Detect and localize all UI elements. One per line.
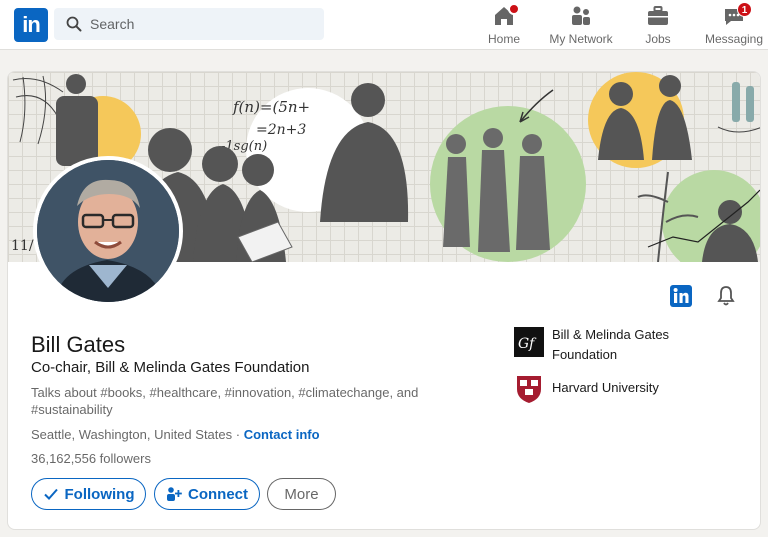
followers-count: 36,162,556 followers — [31, 451, 151, 466]
search-bar[interactable] — [54, 8, 324, 40]
svg-text:Gf: Gf — [518, 336, 537, 352]
contact-info-link[interactable]: Contact info — [244, 427, 320, 442]
nav-label: Messaging — [704, 32, 764, 46]
avatar-image — [37, 160, 179, 302]
top-navigation-bar: in Home My Network — [0, 0, 768, 50]
nav-label: Home — [487, 32, 520, 46]
briefcase-icon — [648, 6, 668, 25]
search-icon — [66, 16, 82, 32]
organization-name: Harvard University — [552, 380, 659, 395]
more-button[interactable]: More — [267, 478, 336, 510]
organization-name: Bill & Melinda Gates Foundation — [552, 327, 670, 362]
check-icon — [43, 488, 58, 500]
linkedin-badge-icon — [670, 285, 692, 307]
nav-label: Jobs — [645, 32, 671, 46]
connect-label: Connect — [188, 485, 248, 503]
svg-text:=2n+3: =2n+3 — [256, 122, 306, 138]
network-icon — [572, 6, 590, 25]
location-text: Seattle, Washington, United States — [31, 427, 233, 442]
nav-label: My Network — [549, 32, 613, 46]
notification-badge: 1 — [737, 2, 752, 17]
linkedin-badge-button[interactable] — [667, 282, 695, 310]
linkedin-logo[interactable]: in — [14, 8, 48, 42]
following-button[interactable]: Following — [31, 478, 146, 510]
organization-gates-foundation[interactable]: Gf Bill & Melinda Gates Foundation — [514, 327, 702, 365]
nav-item-jobs[interactable]: Jobs — [640, 4, 676, 48]
bell-icon — [717, 286, 735, 306]
notification-bell-button[interactable] — [712, 282, 740, 310]
nav-item-home[interactable]: Home — [484, 3, 524, 48]
location-line: Seattle, Washington, United States · Con… — [31, 427, 320, 442]
profile-headline: Co-chair, Bill & Melinda Gates Foundatio… — [31, 359, 310, 376]
svg-text:f(n)=(5n+: f(n)=(5n+ — [232, 98, 310, 116]
following-label: Following — [64, 485, 135, 503]
location-separator: · — [232, 427, 244, 442]
nav-item-messaging[interactable]: 1 Messaging — [704, 2, 764, 48]
profile-name: Bill Gates — [31, 332, 126, 357]
organization-harvard[interactable]: Harvard University — [514, 374, 702, 404]
add-person-icon — [167, 487, 182, 501]
harvard-shield-logo — [517, 376, 541, 403]
talks-about: Talks about #books, #healthcare, #innova… — [31, 385, 419, 417]
profile-photo[interactable] — [33, 156, 183, 306]
search-input[interactable] — [90, 8, 318, 40]
more-label: More — [284, 485, 319, 503]
svg-text:11/: 11/ — [11, 238, 34, 254]
connect-button[interactable]: Connect — [154, 478, 260, 510]
notification-dot — [508, 3, 520, 15]
gates-foundation-logo: Gf — [514, 327, 544, 357]
profile-card: f(n)=(5n+ =2n+3 -1sg(n) 11/ Bill Gates C… — [7, 71, 761, 530]
nav-item-my-network[interactable]: My Network — [547, 4, 615, 48]
